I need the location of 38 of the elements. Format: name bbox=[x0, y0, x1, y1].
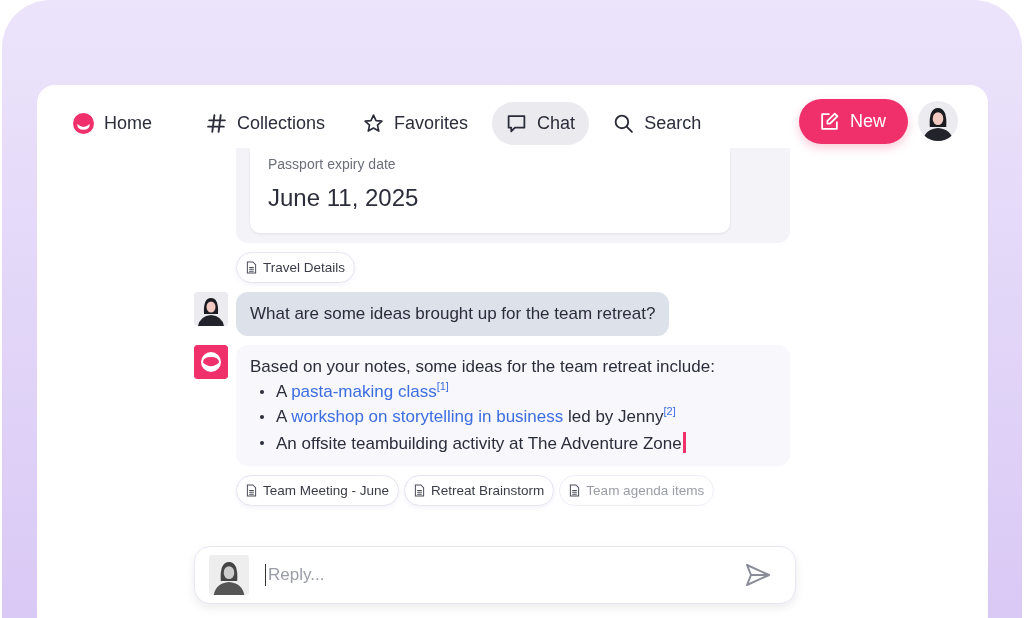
field-label: Passport expiry date bbox=[268, 156, 397, 172]
reply-field[interactable]: Reply... bbox=[265, 564, 729, 586]
nav-tab[interactable]: Collections bbox=[192, 101, 340, 145]
bullet-icon bbox=[260, 415, 264, 419]
source-chip[interactable]: Travel Details bbox=[236, 252, 356, 283]
source-chip[interactable]: Retreat Brainstorm bbox=[404, 475, 555, 506]
list-item: An offsite teambuilding activity at The Adventure Zone bbox=[276, 432, 686, 454]
document-icon bbox=[246, 261, 257, 274]
message-text: Based on your notes, some ideas for the team retreat include: bbox=[250, 357, 716, 377]
nav-tab[interactable]: Chat bbox=[492, 101, 590, 145]
nav-tab[interactable]: Search bbox=[599, 101, 716, 145]
hash-icon bbox=[206, 112, 227, 134]
bullet-icon bbox=[260, 390, 264, 394]
assistant-logo-icon bbox=[194, 345, 228, 379]
list-item: A pasta-making class$^{[1]}$ bbox=[276, 382, 449, 402]
new-button[interactable]: New bbox=[799, 98, 908, 144]
user-avatar[interactable] bbox=[918, 101, 958, 141]
bullet-icon bbox=[260, 441, 264, 445]
user-message: What are some ideas brought up for the team retreat? bbox=[236, 292, 670, 336]
document-icon bbox=[246, 484, 257, 497]
list-item: A workshop on storytelling in business led by Jenny$^{[2]}$ bbox=[276, 407, 676, 427]
chat-bubble-icon bbox=[506, 112, 528, 134]
user-avatar bbox=[209, 555, 249, 595]
link[interactable]: workshop on storytelling in business bbox=[291, 407, 564, 426]
nav-tab[interactable]: Favorites bbox=[349, 101, 483, 145]
document-icon bbox=[569, 484, 581, 497]
star-icon bbox=[363, 112, 385, 134]
search-icon bbox=[613, 112, 635, 134]
link[interactable]: pasta-making class bbox=[291, 382, 437, 401]
send-icon[interactable] bbox=[745, 563, 771, 587]
edit-icon bbox=[819, 110, 840, 132]
reply-box[interactable]: Reply... bbox=[194, 546, 796, 604]
document-icon bbox=[414, 484, 426, 497]
nav-tab[interactable]: Home bbox=[59, 101, 166, 145]
logo-icon bbox=[73, 112, 94, 134]
source-chip[interactable]: Team Meeting - June bbox=[236, 475, 400, 506]
user-avatar bbox=[194, 292, 228, 326]
field-value: June 11, 2025 bbox=[268, 184, 420, 212]
